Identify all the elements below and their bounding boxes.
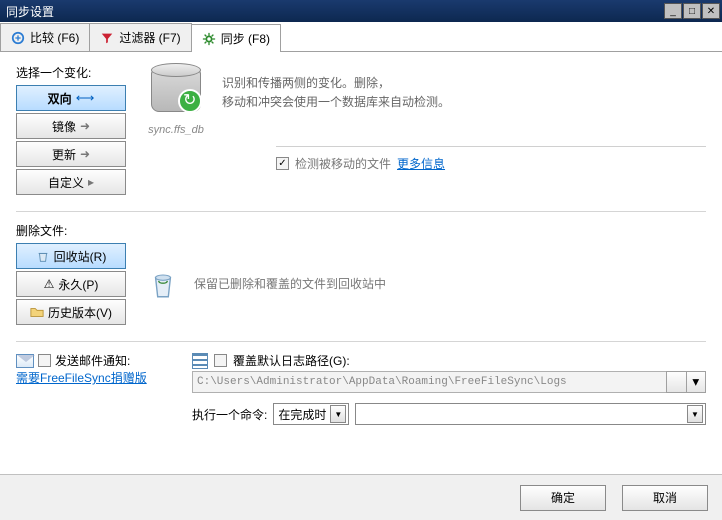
command-label: 执行一个命令: xyxy=(192,406,267,423)
option-label: 回收站(R) xyxy=(54,248,107,265)
delete-permanent[interactable]: ⚠ 永久(P) xyxy=(16,271,126,297)
cancel-button[interactable]: 取消 xyxy=(622,485,708,511)
option-label: 双向 xyxy=(48,90,72,107)
folder-icon xyxy=(30,305,44,319)
donate-link[interactable]: 需要FreeFileSync捐赠版 xyxy=(16,371,147,385)
dialog-footer: 确定 取消 xyxy=(0,474,722,520)
maximize-button[interactable]: □ xyxy=(683,3,701,19)
tab-label: 过滤器 (F7) xyxy=(119,29,180,46)
chevron-down-icon: ▼ xyxy=(687,405,703,423)
recycle-bin-large-icon xyxy=(146,267,180,301)
db-filename: sync.ffs_db xyxy=(146,124,206,136)
gear-icon xyxy=(202,32,216,46)
variant-custom[interactable]: 自定义 ▸ xyxy=(16,169,126,195)
email-checkbox[interactable] xyxy=(38,354,51,367)
detect-moved-checkbox[interactable]: ✓ xyxy=(276,157,289,170)
browse-log-button[interactable] xyxy=(666,371,686,393)
override-log-label: 覆盖默认日志路径(G): xyxy=(233,352,350,369)
tab-sync[interactable]: 同步 (F8) xyxy=(191,24,281,52)
log-dropdown-button[interactable]: ▾ xyxy=(686,371,706,393)
option-label: 永久(P) xyxy=(58,276,98,293)
right-arrow-icon: ➜ xyxy=(80,147,90,161)
delete-label: 删除文件: xyxy=(16,222,126,239)
variant-description: 识别和传播两侧的变化。删除， 移动和冲突会使用一个数据库来自动检测。 xyxy=(222,68,450,136)
two-way-arrow-icon: ⟷ xyxy=(76,90,95,106)
variant-update[interactable]: 更新 ➜ xyxy=(16,141,126,167)
select-value: 在完成时 xyxy=(278,406,326,423)
warning-icon: ⚠ xyxy=(44,277,55,291)
option-label: 更新 xyxy=(52,146,76,163)
variant-mirror[interactable]: 镜像 ➜ xyxy=(16,113,126,139)
close-button[interactable]: ✕ xyxy=(702,3,720,19)
recycle-bin-icon xyxy=(36,249,50,263)
tab-compare[interactable]: 比较 (F6) xyxy=(0,23,90,51)
right-arrow-icon: ➜ xyxy=(80,119,90,133)
delete-versioning[interactable]: 历史版本(V) xyxy=(16,299,126,325)
compare-icon xyxy=(11,31,25,45)
mail-icon xyxy=(16,354,34,368)
tab-filter[interactable]: 过滤器 (F7) xyxy=(89,23,191,51)
override-log-checkbox[interactable] xyxy=(214,354,227,367)
more-info-link[interactable]: 更多信息 xyxy=(397,155,445,172)
tab-label: 比较 (F6) xyxy=(30,29,79,46)
minimize-button[interactable]: _ xyxy=(664,3,682,19)
variant-label: 选择一个变化: xyxy=(16,64,126,81)
database-icon: sync.ffs_db xyxy=(146,68,206,136)
title-bar: 同步设置 _ □ ✕ xyxy=(0,0,722,22)
ok-button[interactable]: 确定 xyxy=(520,485,606,511)
detect-moved-label: 检测被移动的文件 xyxy=(295,155,391,172)
chevron-down-icon: ▼ xyxy=(330,405,346,423)
variant-two-way[interactable]: 双向 ⟷ xyxy=(16,85,126,111)
email-label: 发送邮件通知: xyxy=(55,352,130,369)
tab-label: 同步 (F8) xyxy=(221,30,270,47)
window-title: 同步设置 xyxy=(2,3,663,20)
delete-description: 保留已删除和覆盖的文件到回收站中 xyxy=(194,275,386,292)
option-label: 自定义 xyxy=(48,174,84,191)
option-label: 历史版本(V) xyxy=(48,304,112,321)
log-path-input[interactable] xyxy=(192,371,667,393)
log-icon xyxy=(192,353,208,369)
content-area: 选择一个变化: 双向 ⟷ 镜像 ➜ 更新 ➜ 自定义 ▸ syn xyxy=(0,52,722,474)
tab-strip: 比较 (F6) 过滤器 (F7) 同步 (F8) xyxy=(0,22,722,52)
delete-recycle[interactable]: 回收站(R) xyxy=(16,243,126,269)
option-label: 镜像 xyxy=(52,118,76,135)
chevron-right-icon: ▸ xyxy=(88,175,94,189)
command-when-select[interactable]: 在完成时 ▼ xyxy=(273,403,349,425)
funnel-icon xyxy=(100,31,114,45)
command-input[interactable]: ▼ xyxy=(355,403,706,425)
